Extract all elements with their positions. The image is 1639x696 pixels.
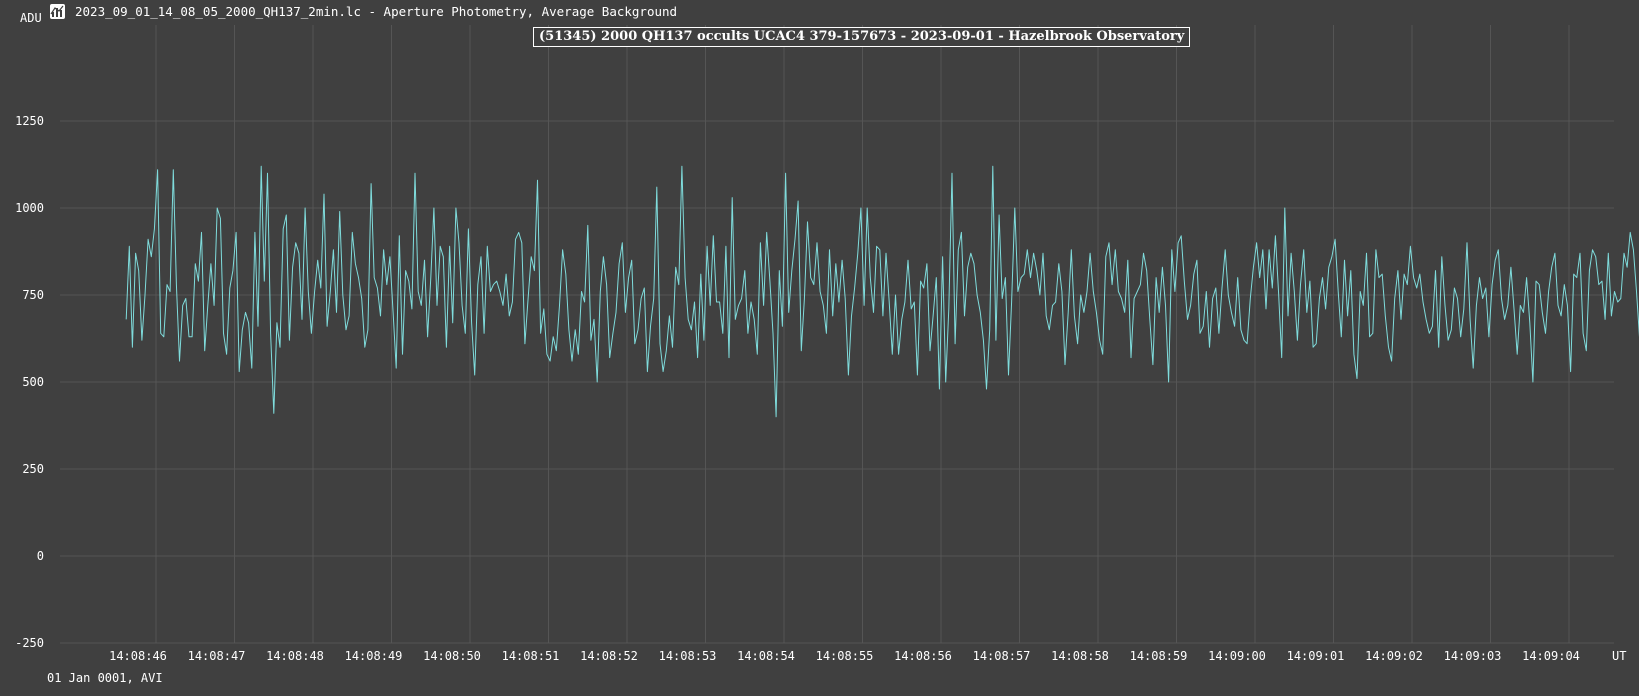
y-tick-label: 1000 bbox=[15, 201, 44, 215]
x-tick-labels: 14:08:46 14:08:47 14:08:48 14:08:49 14:08:50… bbox=[109, 649, 1580, 663]
x-tick-label: 14:08:53 bbox=[659, 649, 717, 663]
y-tick-label: 1250 bbox=[15, 114, 44, 128]
y-tick-label: 500 bbox=[22, 375, 44, 389]
x-tick-label: 14:08:58 bbox=[1051, 649, 1109, 663]
chart-grid bbox=[60, 25, 1614, 644]
x-tick-label: 14:09:02 bbox=[1365, 649, 1423, 663]
y-tick-label: 750 bbox=[22, 288, 44, 302]
y-tick-label: 0 bbox=[37, 549, 44, 563]
x-tick-label: 14:08:50 bbox=[423, 649, 481, 663]
y-tick-label: 250 bbox=[22, 462, 44, 476]
lightcurve-chart: -250025050075010001250 14:08:46 14:08:47 1… bbox=[15, 25, 1639, 663]
x-tick-label: 14:08:56 bbox=[894, 649, 952, 663]
x-tick-label: 14:08:46 bbox=[109, 649, 167, 663]
x-tick-label: 14:08:49 bbox=[345, 649, 403, 663]
chart-title: (51345) 2000 QH137 occults UCAC4 379-157… bbox=[533, 27, 1191, 47]
x-tick-label: 14:08:52 bbox=[580, 649, 638, 663]
x-tick-label: 14:09:01 bbox=[1287, 649, 1345, 663]
y-tick-label: -250 bbox=[15, 636, 44, 650]
x-tick-label: 14:08:55 bbox=[816, 649, 874, 663]
x-tick-label: 14:09:04 bbox=[1522, 649, 1580, 663]
x-tick-label: 14:08:48 bbox=[266, 649, 324, 663]
x-tick-label: 14:09:00 bbox=[1208, 649, 1266, 663]
x-tick-label: 14:09:03 bbox=[1444, 649, 1502, 663]
x-tick-label: 14:08:54 bbox=[737, 649, 795, 663]
y-tick-labels: -250 0 250 500 750 1000 1250 bbox=[15, 114, 44, 650]
x-tick-label: 14:08:47 bbox=[188, 649, 246, 663]
x-tick-label: 14:08:57 bbox=[973, 649, 1031, 663]
x-tick-label: 14:08:59 bbox=[1130, 649, 1188, 663]
x-tick-label: 14:08:51 bbox=[502, 649, 560, 663]
